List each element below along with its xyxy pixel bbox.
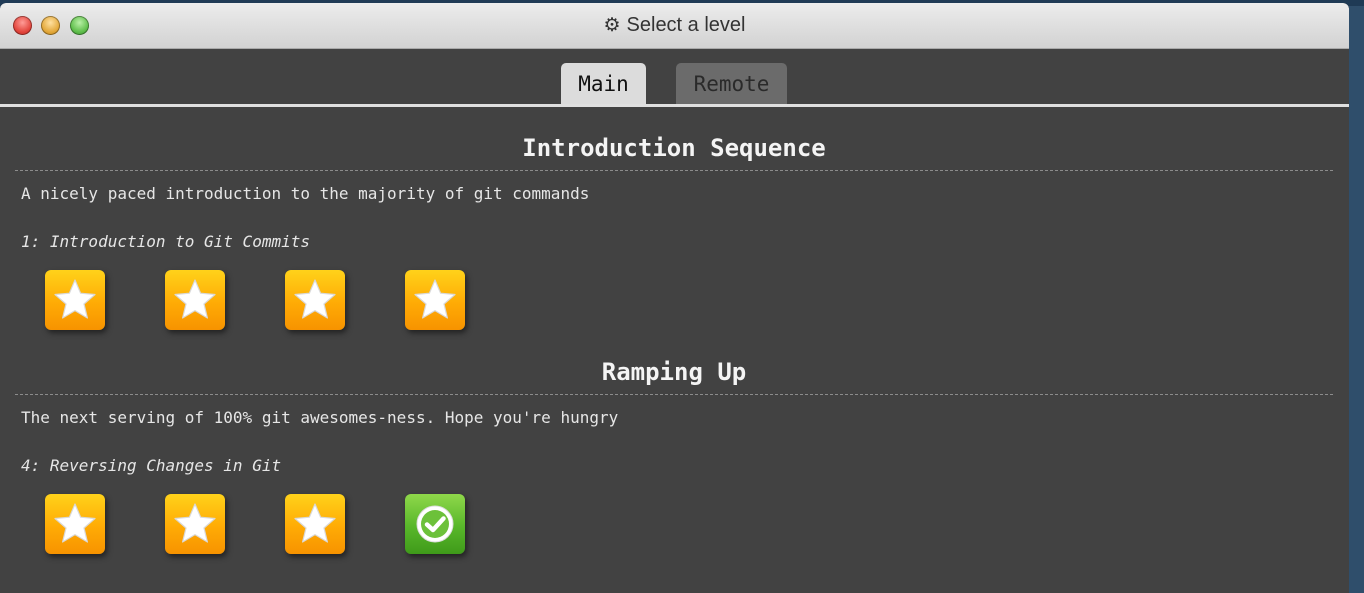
tab-remote[interactable]: Remote (676, 63, 787, 104)
section-title: Introduction Sequence (15, 128, 1333, 171)
star-icon (411, 276, 459, 324)
checkmark-icon (411, 500, 459, 548)
level-star-button[interactable] (45, 494, 105, 554)
level-name: 1: Introduction to Git Commits (21, 232, 310, 251)
level-star-button[interactable] (165, 270, 225, 330)
level-star-button[interactable] (405, 270, 465, 330)
section-description: A nicely paced introduction to the major… (21, 184, 590, 203)
titlebar: ⚙ Select a level (0, 3, 1349, 49)
section-introduction: Introduction Sequence A nicely paced int… (15, 128, 1333, 332)
level-completed-button[interactable] (405, 494, 465, 554)
section-title: Ramping Up (15, 352, 1333, 395)
level-star-button[interactable] (165, 494, 225, 554)
level-name: 4: Reversing Changes in Git (21, 456, 282, 475)
window-title-text: Select a level (626, 14, 746, 36)
star-icon (51, 500, 99, 548)
tab-bar: Main Remote (0, 48, 1349, 107)
gear-icon: ⚙ (603, 15, 621, 36)
star-icon (291, 500, 339, 548)
star-icon (171, 276, 219, 324)
level-row (15, 270, 1333, 332)
star-icon (51, 276, 99, 324)
section-description: The next serving of 100% git awesomes-ne… (21, 408, 619, 427)
star-icon (171, 500, 219, 548)
level-row (15, 494, 1333, 556)
star-icon (291, 276, 339, 324)
tab-main[interactable]: Main (561, 63, 646, 104)
level-list: Introduction Sequence A nicely paced int… (15, 107, 1333, 556)
level-star-button[interactable] (45, 270, 105, 330)
level-star-button[interactable] (285, 494, 345, 554)
section-ramping-up: Ramping Up The next serving of 100% git … (15, 352, 1333, 556)
level-select-window: ⚙ Select a level Main Remote Introductio… (0, 3, 1349, 593)
level-star-button[interactable] (285, 270, 345, 330)
window-title: ⚙ Select a level (0, 3, 1349, 48)
